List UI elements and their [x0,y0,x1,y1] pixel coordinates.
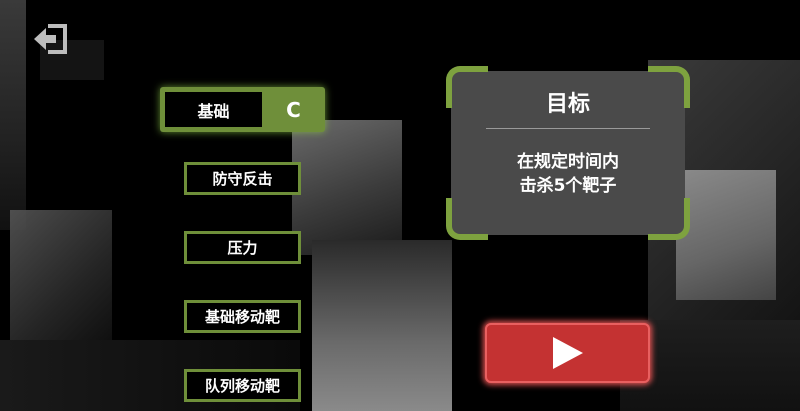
panel-corner [446,198,488,240]
mode-item-pressure[interactable]: 压力 [184,231,301,264]
background-block [676,170,776,300]
mode-label: 压力 [227,239,258,257]
goal-line: 在规定时间内 [517,152,619,172]
back-exit-icon [34,24,67,54]
mode-label: 防守反击 [212,170,273,188]
play-icon [553,337,583,369]
mode-grade: C [286,97,301,122]
goal-title: 目标 [545,92,590,117]
background-block [10,210,112,340]
mode-item-counterattack[interactable]: 防守反击 [184,162,301,195]
background-block [312,240,452,411]
goal-description: 在规定时间内 击杀5个靶子 [446,150,690,198]
back-button[interactable] [34,24,68,54]
goal-panel: 目标 在规定时间内 击杀5个靶子 [446,66,690,240]
background-block [0,0,26,230]
background-block [292,120,402,255]
goal-divider [486,128,650,129]
mode-label: 基础 [165,92,262,127]
mode-label: 基础移动靶 [204,308,280,326]
mode-item-basic-selected[interactable]: 基础 C [160,87,325,132]
mode-item-basic-moving-target[interactable]: 基础移动靶 [184,300,301,333]
goal-line: 击杀5个靶子 [519,176,617,196]
panel-corner [648,198,690,240]
mode-item-queue-moving-target[interactable]: 队列移动靶 [184,369,301,402]
play-button[interactable] [485,323,650,383]
mode-label: 队列移动靶 [204,377,280,395]
